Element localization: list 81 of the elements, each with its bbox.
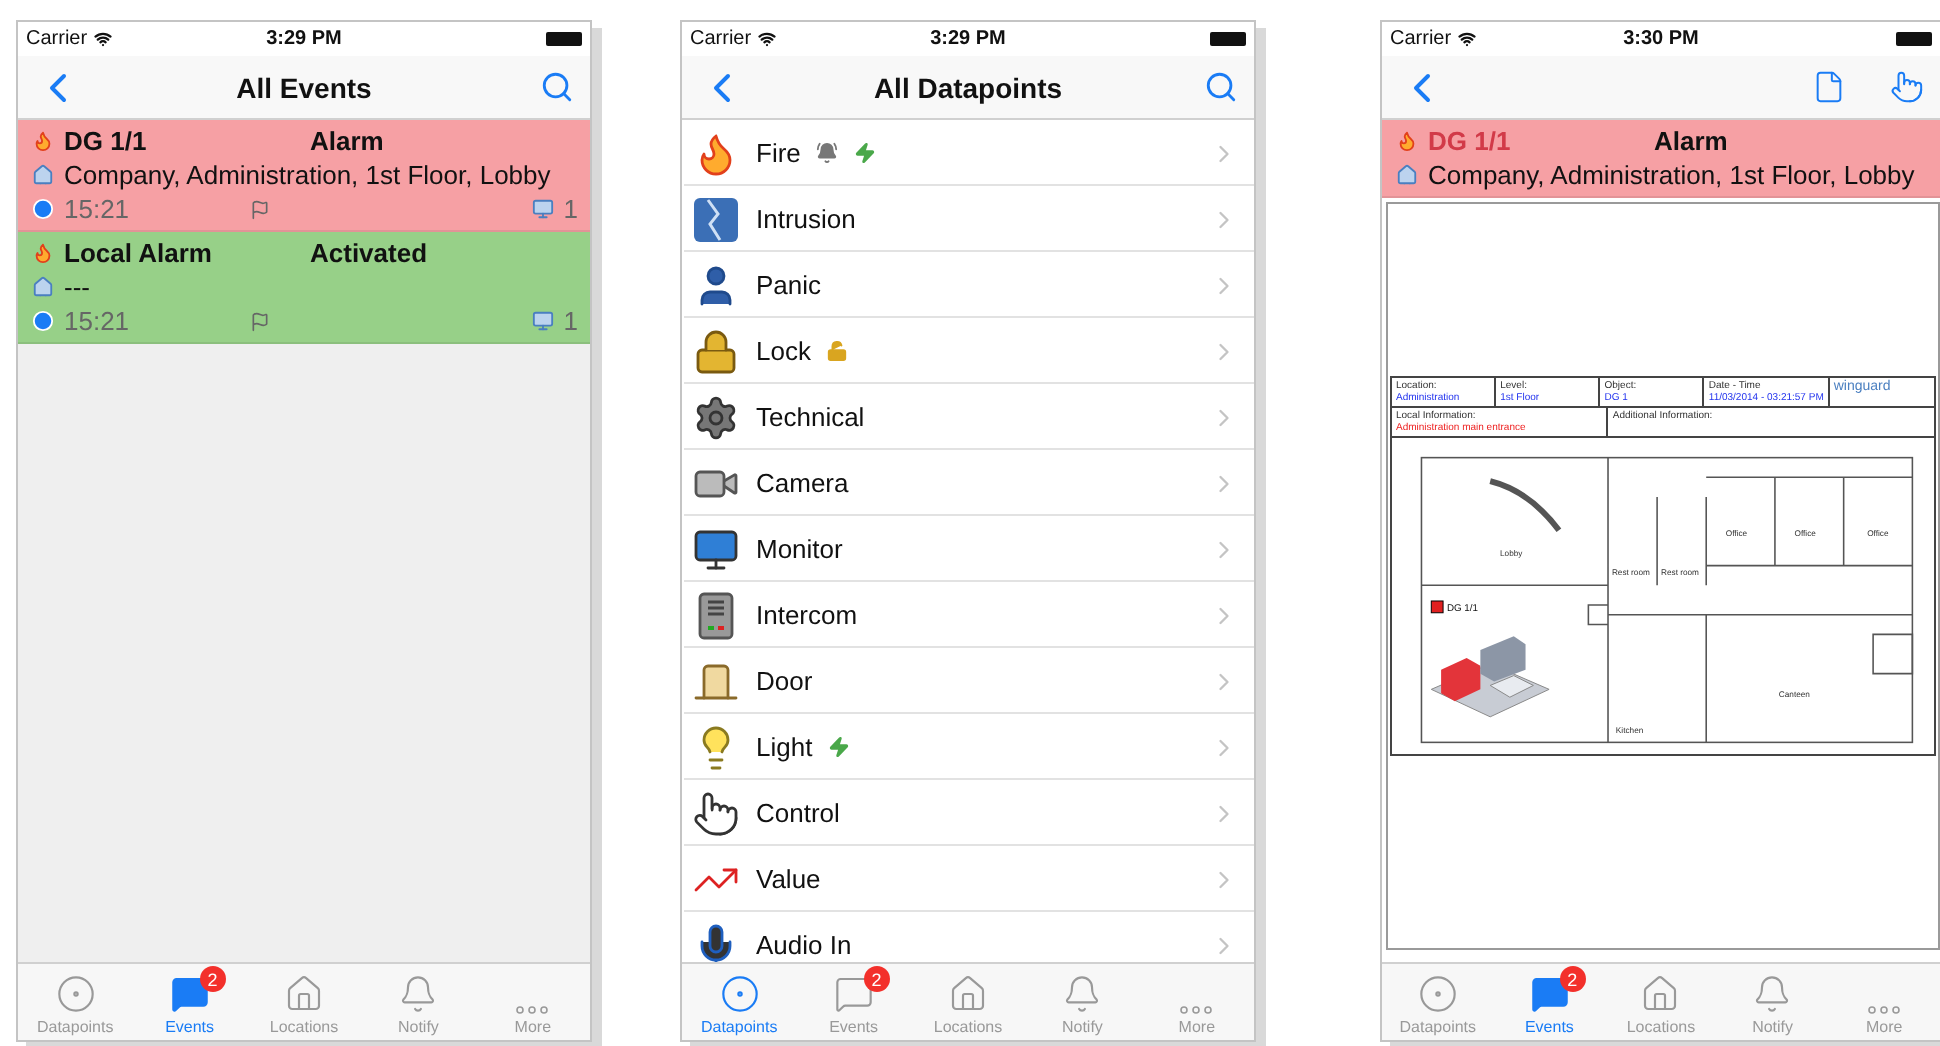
count-badge: 2 — [1559, 966, 1586, 992]
tab-icon — [948, 974, 988, 1014]
event-count: 1 — [563, 306, 578, 336]
event-state: Activated — [310, 238, 428, 268]
tab-icon — [284, 974, 324, 1014]
time-label: 3:29 PM — [930, 28, 1006, 50]
house-icon — [32, 276, 54, 298]
search-button[interactable] — [540, 70, 574, 104]
house-icon — [32, 164, 54, 186]
event-location: Company, Administration, 1st Floor, Lobby — [1428, 160, 1915, 190]
time-label: 3:29 PM — [266, 28, 342, 50]
tab-button[interactable]: Datapoints — [682, 964, 797, 1040]
event-state: Alarm — [1654, 126, 1728, 156]
event-item[interactable]: DG 1/1 Alarm Company, Administration, 1st Floor, Lobby — [1382, 120, 1940, 198]
flame-icon — [1396, 130, 1418, 152]
event-location: --- — [64, 272, 90, 302]
padlock-icon — [692, 327, 740, 375]
monitor-icon — [531, 310, 554, 332]
tab-icon — [516, 1006, 549, 1014]
event-name: DG 1/1 — [1428, 126, 1513, 156]
open-padlock-icon — [826, 340, 849, 362]
monitor-icon — [531, 198, 554, 220]
hand-pointer-button[interactable] — [1890, 70, 1924, 104]
battery-icon — [1896, 32, 1932, 46]
marker-icon — [1430, 601, 1444, 615]
tab-icon — [1417, 974, 1458, 1014]
carrier-label: Carrier — [26, 28, 88, 50]
document-icon — [1812, 70, 1846, 104]
tab-icon — [1868, 1006, 1901, 1014]
time-label: 3:30 PM — [1623, 28, 1699, 50]
hand-pointer-icon — [1890, 70, 1924, 104]
bolt-icon — [828, 736, 851, 758]
tab-icon — [719, 974, 760, 1014]
event-name: DG 1/1 — [64, 126, 149, 156]
tab-icon — [1529, 974, 1570, 1014]
carrier-label: Carrier — [1390, 28, 1452, 50]
bell-icon — [816, 142, 839, 164]
wifi-icon — [757, 30, 776, 48]
event-name: Local Alarm — [64, 238, 214, 268]
screen-title: All Datapoints — [873, 71, 1063, 103]
tab-icon — [1062, 974, 1103, 1014]
building-drawing — [1430, 637, 1550, 719]
search-icon — [540, 70, 574, 104]
tab-icon — [1752, 974, 1793, 1014]
search-button[interactable] — [1204, 70, 1238, 104]
carrier-label: Carrier — [690, 28, 752, 50]
tab-icon — [55, 974, 96, 1014]
count-badge: 2 — [863, 966, 890, 992]
screen-title: All Events — [236, 71, 372, 103]
monitor-icon — [692, 525, 740, 573]
tab-icon — [1180, 1006, 1213, 1014]
tab-button[interactable]: Events 2 — [132, 964, 247, 1040]
document-button[interactable] — [1812, 70, 1846, 104]
event-count: 1 — [563, 194, 578, 224]
house-icon — [1396, 164, 1418, 186]
event-item[interactable]: DG 1/1 Alarm Company, Administration, 1st Floor, Lobby 15:21 1 — [18, 120, 590, 232]
event-item[interactable]: Local Alarm Activated --- 15:21 1 — [18, 232, 590, 344]
zigzag-square-icon — [692, 195, 740, 243]
event-time: 15:21 — [64, 306, 132, 336]
hand-pointer-icon — [692, 789, 740, 837]
wifi-icon — [1457, 30, 1476, 48]
battery-icon — [1210, 32, 1246, 46]
count-badge: 2 — [199, 966, 226, 992]
bolt-icon — [854, 142, 877, 164]
flame-icon — [32, 242, 54, 264]
tab-button[interactable]: Events 2 — [1493, 964, 1606, 1040]
event-state: Alarm — [310, 126, 384, 156]
search-icon — [1204, 70, 1238, 104]
tab-icon — [833, 974, 874, 1014]
tab-button[interactable]: Events 2 — [796, 964, 911, 1040]
tab-icon — [169, 974, 210, 1014]
event-time: 15:21 — [64, 194, 132, 224]
event-location: Company, Administration, 1st Floor, Lobby — [64, 160, 551, 190]
tab-icon — [1640, 974, 1681, 1014]
flame-icon — [32, 130, 54, 152]
tab-icon — [398, 974, 439, 1014]
battery-icon — [546, 32, 582, 46]
wifi-icon — [93, 30, 112, 48]
gear-icon — [692, 393, 740, 441]
flag-icon — [250, 199, 270, 219]
flag-icon — [250, 311, 270, 331]
